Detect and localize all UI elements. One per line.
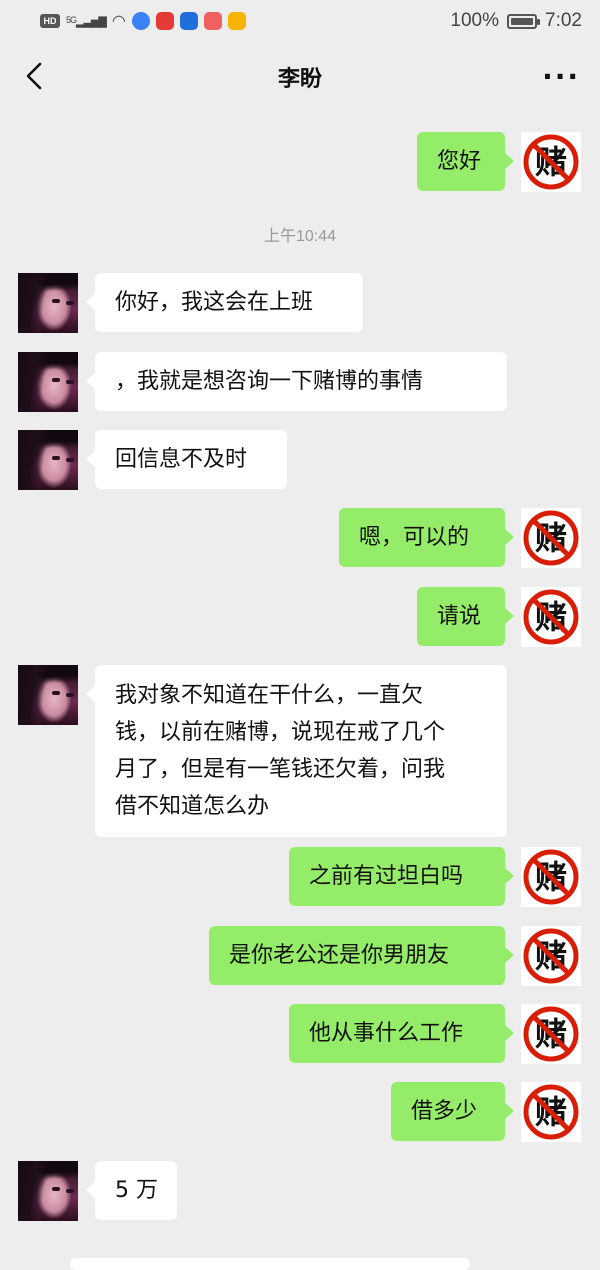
status-icons: HD 5G▂▃▅▇ ◠ (40, 11, 246, 31)
no-gambling-avatar-icon: 赌 (521, 847, 581, 907)
wifi-icon: ◠ (111, 13, 126, 30)
contact-avatar[interactable] (18, 273, 78, 333)
contact-avatar[interactable] (18, 430, 78, 490)
message-text: 您好 (437, 149, 482, 174)
message-text: 是你老公还是你男朋友 (229, 943, 450, 968)
contact-avatar[interactable] (18, 352, 78, 412)
message-bubble[interactable]: 之前有过坦白吗 (289, 847, 514, 906)
more-button[interactable]: ··· (540, 56, 580, 96)
message-bubble[interactable]: 请说 (417, 587, 514, 646)
battery-icon (507, 13, 541, 29)
chevron-left-icon (26, 62, 42, 90)
message-bubble[interactable]: 借多少 (391, 1082, 514, 1141)
contact-avatar[interactable] (18, 665, 78, 725)
message-bubble[interactable]: 您好 (417, 132, 514, 191)
no-gambling-avatar-icon: 赌 (521, 1082, 581, 1142)
message-text: 之前有过坦白吗 (309, 864, 464, 889)
weibo-icon (227, 12, 246, 30)
my-avatar[interactable]: 赌 (521, 926, 581, 986)
no-gambling-avatar-icon: 赌 (521, 132, 581, 192)
my-avatar[interactable]: 赌 (521, 132, 581, 192)
message-bubble[interactable]: 5 万 (86, 1161, 177, 1220)
my-avatar[interactable]: 赌 (521, 1082, 581, 1142)
message-text-line: 借不知道怎么办 (115, 794, 270, 819)
my-avatar[interactable]: 赌 (521, 508, 581, 568)
message-text: 5 万 (115, 1178, 158, 1203)
message-text: ，我就是想咨询一下赌博的事情 (115, 369, 424, 394)
message-bubble[interactable]: 回信息不及时 (86, 430, 287, 489)
browser-icon (131, 12, 150, 30)
battery-percent: 100% (450, 10, 500, 31)
message-text: 他从事什么工作 (309, 1021, 464, 1046)
message-text: 请说 (437, 604, 482, 629)
bulb-icon (179, 12, 198, 30)
status-bar: HD 5G▂▃▅▇ ◠ 100% 7:02 (0, 0, 600, 42)
notes-icon (155, 12, 174, 30)
back-button[interactable] (14, 56, 54, 96)
no-gambling-avatar-icon: 赌 (521, 926, 581, 986)
message-text: 你好，我这会在上班 (115, 290, 314, 315)
my-avatar[interactable]: 赌 (521, 847, 581, 907)
no-gambling-avatar-icon: 赌 (521, 587, 581, 647)
message-text-line: 钱，以前在赌博，说现在戒了几个 (115, 720, 446, 745)
hd-icon: HD (40, 14, 60, 28)
clock: 7:02 (545, 10, 582, 31)
app-icon (203, 12, 222, 30)
message-text: 回信息不及时 (115, 447, 248, 472)
message-text-line: 月了，但是有一笔钱还欠着，问我 (115, 757, 446, 782)
contact-avatar[interactable] (18, 1161, 78, 1221)
message-bubble[interactable]: 我对象不知道在干什么，一直欠 钱，以前在赌博，说现在戒了几个 月了，但是有一笔钱还欠… (86, 665, 507, 837)
no-gambling-avatar-icon: 赌 (521, 508, 581, 568)
signal-icon: 5G▂▃▅▇ (66, 14, 107, 28)
no-gambling-avatar-icon: 赌 (521, 1004, 581, 1064)
my-avatar[interactable]: 赌 (521, 587, 581, 647)
input-bar-edge (70, 1258, 470, 1270)
battery-fill (511, 17, 534, 25)
message-bubble[interactable]: ，我就是想咨询一下赌博的事情 (86, 352, 507, 411)
chat-title: 李盼 (277, 67, 322, 92)
message-bubble[interactable]: 你好，我这会在上班 (86, 273, 363, 332)
message-text-line: 我对象不知道在干什么，一直欠 (115, 683, 424, 708)
message-text: 嗯，可以的 (359, 525, 470, 550)
message-bubble[interactable]: 是你老公还是你男朋友 (209, 926, 514, 985)
message-text: 借多少 (411, 1099, 478, 1124)
message-bubble[interactable]: 嗯，可以的 (339, 508, 514, 567)
chat-header: 李盼 ··· (0, 42, 600, 112)
more-icon: ··· (542, 59, 580, 93)
message-bubble[interactable]: 他从事什么工作 (289, 1004, 514, 1063)
message-timestamp: 上午10:44 (263, 228, 337, 245)
my-avatar[interactable]: 赌 (521, 1004, 581, 1064)
